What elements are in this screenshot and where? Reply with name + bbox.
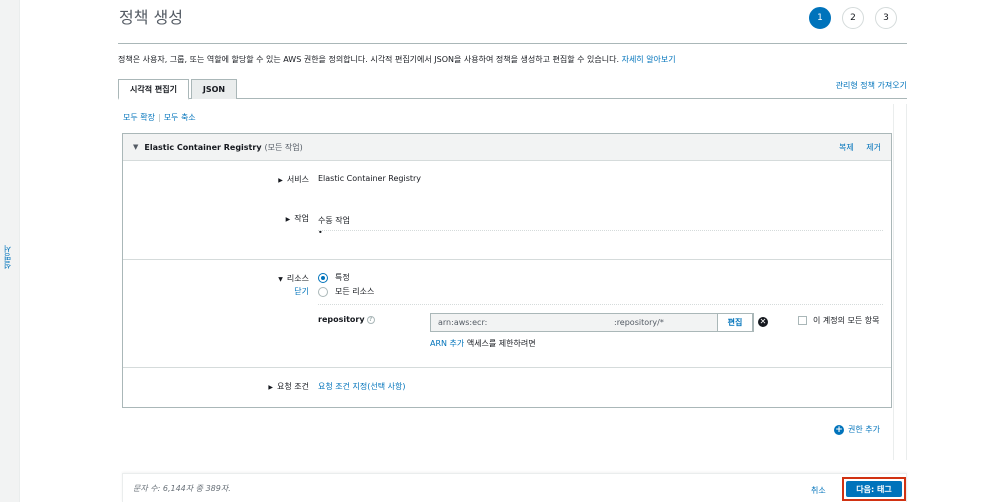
radio-specific[interactable]: 특정 xyxy=(318,272,350,283)
radio-all-resources[interactable]: 모든 리소스 xyxy=(318,286,374,297)
radio-selected-icon[interactable] xyxy=(318,272,328,283)
character-count: 문자 수: 6,144자 중 389자. xyxy=(133,484,231,493)
expand-triangle-icon: ▶ xyxy=(268,384,274,391)
service-row-label[interactable]: ▶ 서비스 xyxy=(229,174,309,185)
actions-value: 수동 작업 xyxy=(318,216,350,225)
checkbox-icon[interactable] xyxy=(798,316,807,325)
conditions-label: 요청 조건 xyxy=(277,382,309,391)
next-tags-button[interactable]: 다음: 태그 xyxy=(846,481,902,497)
actions-divider xyxy=(318,230,883,231)
expand-triangle-icon: ▶ xyxy=(285,216,291,223)
add-arn-link[interactable]: ARN 추가 xyxy=(430,339,464,348)
step-2: 2 xyxy=(842,7,864,29)
expand-triangle-icon: ▶ xyxy=(278,177,283,184)
close-resources-link[interactable]: 닫기 xyxy=(229,286,309,297)
help-icon[interactable]: ? xyxy=(366,315,375,324)
collapse-triangle-icon: ▼ xyxy=(278,276,283,283)
tab-visual-editor[interactable]: 시각적 편집기 xyxy=(118,79,189,100)
editor-tabs: 시각적 편집기 JSON 관리형 정책 가져오기 xyxy=(118,79,907,100)
policy-description: 정책은 사용자, 그룹, 또는 역할에 할당할 수 있는 AWS 권한을 정의합… xyxy=(118,54,676,65)
actions-row-label[interactable]: ▶ 작업 xyxy=(229,213,309,224)
add-circle-icon: + xyxy=(834,424,844,435)
page-title: 정책 생성 xyxy=(119,8,183,27)
add-permission-button[interactable]: + 권한 추가 xyxy=(834,424,880,435)
service-header[interactable]: ▼ Elastic Container Registry (모든 작업) 복제 … xyxy=(123,134,891,161)
actions-label: 작업 xyxy=(294,214,309,223)
step-1: 1 xyxy=(809,7,831,29)
resources-divider xyxy=(318,304,883,305)
left-help-rail: 설명서 xyxy=(0,0,20,502)
conditions-row-label[interactable]: ▶ 요청 조건 xyxy=(229,381,309,392)
remove-link[interactable]: 제거 xyxy=(866,143,881,152)
radio-unselected-icon[interactable] xyxy=(318,286,328,297)
radio-all-label: 모든 리소스 xyxy=(335,287,375,296)
help-rail-label[interactable]: 설명서 xyxy=(2,245,13,269)
scrollbar[interactable] xyxy=(893,104,907,460)
all-in-account-checkbox[interactable]: 이 계정의 모든 항목 xyxy=(798,315,880,326)
specify-conditions-link[interactable]: 요청 조건 지정(선택 사항) xyxy=(318,381,405,392)
resources-row-label[interactable]: ▼ 리소스 xyxy=(229,273,309,284)
arn-part-2: :repository/* xyxy=(614,318,664,327)
section-divider xyxy=(123,259,891,260)
tab-json[interactable]: JSON xyxy=(191,79,237,99)
expand-collapse-controls: 모두 확장 | 모두 축소 xyxy=(123,113,196,122)
add-permission-label: 권한 추가 xyxy=(848,425,880,434)
service-name: Elastic Container Registry xyxy=(144,142,262,152)
description-text: 정책은 사용자, 그룹, 또는 역할에 할당할 수 있는 AWS 권한을 정의합… xyxy=(118,55,620,64)
repository-label-text: repository xyxy=(318,315,365,324)
section-divider xyxy=(123,367,891,368)
wizard-steps: 1 2 3 xyxy=(809,7,897,29)
remove-arn-icon[interactable]: ✕ xyxy=(758,317,768,327)
arn-input[interactable]: arn:aws:ecr: :repository/* 편집 xyxy=(430,313,754,332)
resources-label: 리소스 xyxy=(286,274,309,283)
service-label: 서비스 xyxy=(286,175,309,184)
header-actions: 복제 제거 xyxy=(829,142,881,153)
expand-all-link[interactable]: 모두 확장 xyxy=(123,113,155,122)
add-arn-row: ARN 추가 액세스를 제한하려면 xyxy=(430,338,536,349)
title-divider xyxy=(118,43,907,44)
cancel-button[interactable]: 취소 xyxy=(811,485,826,496)
service-value: Elastic Container Registry xyxy=(318,174,422,183)
import-managed-policy-link[interactable]: 관리형 정책 가져오기 xyxy=(836,80,907,91)
step-3: 3 xyxy=(875,7,897,29)
arn-part-1: arn:aws:ecr: xyxy=(438,318,488,327)
service-suffix: (모든 작업) xyxy=(264,142,303,152)
collapse-all-link[interactable]: 모두 축소 xyxy=(164,113,196,122)
collapse-triangle-icon[interactable]: ▼ xyxy=(133,143,138,151)
add-arn-suffix: 액세스를 제한하려면 xyxy=(466,339,536,348)
next-button-highlight: 다음: 태그 xyxy=(842,477,906,501)
clone-link[interactable]: 복제 xyxy=(839,143,854,152)
service-permission-block: ▼ Elastic Container Registry (모든 작업) 복제 … xyxy=(122,133,892,408)
footer-bar: 문자 수: 6,144자 중 389자. 취소 다음: 태그 xyxy=(122,473,907,502)
checkbox-label: 이 계정의 모든 항목 xyxy=(813,316,880,325)
edit-arn-button[interactable]: 편집 xyxy=(717,313,753,332)
radio-specific-label: 특정 xyxy=(335,273,350,282)
learn-more-link[interactable]: 자세히 알아보기 xyxy=(622,55,676,64)
repository-label: repository? xyxy=(318,315,375,324)
